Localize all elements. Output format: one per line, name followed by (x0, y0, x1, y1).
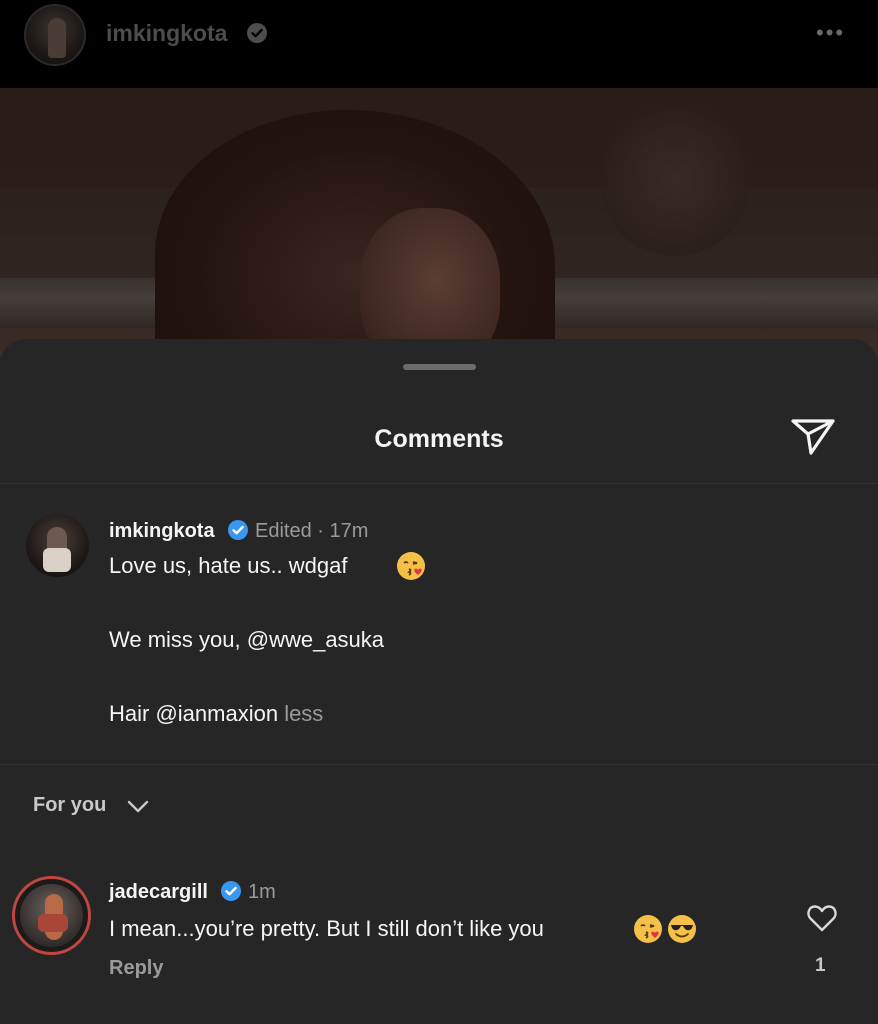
caption-line: Hair @ianmaxion less (109, 701, 323, 727)
chevron-down-icon[interactable] (126, 796, 150, 816)
post-author-username[interactable]: imkingkota (106, 20, 227, 47)
post-header: imkingkota ••• (0, 0, 878, 88)
less-link[interactable]: less (284, 701, 323, 726)
verified-badge-icon (221, 881, 241, 901)
caption-username[interactable]: imkingkota (109, 520, 215, 543)
kissing-heart-emoji (396, 551, 426, 581)
kissing-heart-emoji (633, 914, 663, 944)
comment-author-avatar[interactable] (12, 876, 91, 955)
caption-line: We miss you, @wwe_asuka (109, 627, 385, 652)
caption-line: Love us, hate us.. wdgaf (109, 553, 348, 578)
send-paper-plane-icon[interactable] (789, 415, 837, 459)
reply-button[interactable]: Reply (109, 957, 163, 980)
sheet-title: Comments (374, 425, 504, 453)
comments-sheet: Comments imkingkota Edited · 17m Love us… (0, 339, 878, 1024)
comment-text: I mean...you’re pretty. But I still don’… (109, 916, 544, 941)
verified-badge-icon (228, 520, 248, 540)
comment-username[interactable]: jadecargill (109, 881, 208, 904)
caption-divider (0, 764, 878, 765)
post-media (0, 88, 878, 358)
more-horizontal-icon[interactable]: ••• (816, 22, 852, 44)
sunglasses-emoji (667, 914, 697, 944)
sheet-drag-handle[interactable] (403, 364, 476, 370)
caption-line-text: Hair @ianmaxion (109, 701, 279, 726)
verified-badge-icon (247, 23, 267, 43)
caption-author-avatar[interactable] (26, 514, 89, 577)
heart-outline-icon[interactable] (806, 903, 838, 933)
sort-filter-label[interactable]: For you (33, 794, 106, 817)
header-divider (0, 483, 878, 484)
post-author-avatar[interactable] (24, 4, 86, 66)
caption-meta: Edited · 17m (255, 520, 369, 542)
comment-timestamp: 1m (248, 881, 276, 903)
like-count: 1 (815, 955, 826, 976)
